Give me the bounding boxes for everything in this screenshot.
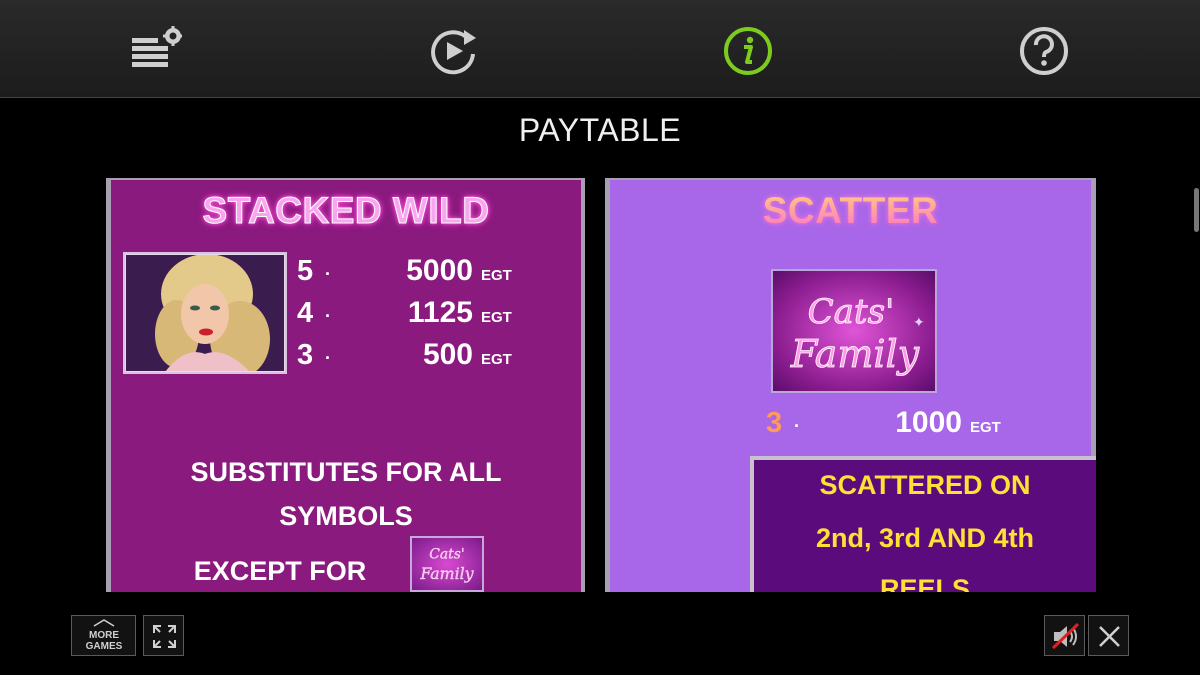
payout-dot: · [325, 306, 331, 326]
scatter-mini-logo: Cats' Family [410, 536, 484, 592]
payout-amount: 5000 [406, 254, 473, 287]
payout-unit: EGT [481, 267, 512, 284]
logo-text-cats: Cats' [429, 546, 464, 562]
more-games-button[interactable]: MORE GAMES [71, 615, 136, 656]
scatter-note-line: 2nd, 3rd AND 4th [815, 523, 1035, 553]
payout-amount: 1125 [407, 296, 473, 329]
fullscreen-button[interactable] [143, 615, 184, 656]
payout-unit: EGT [970, 419, 1001, 436]
logo-text-cats: Cats' [808, 292, 895, 332]
close-icon [1099, 626, 1120, 647]
payout-amount: 500 [422, 338, 473, 371]
scatter-note-line: SCATTERED ON [819, 470, 1031, 500]
info-button[interactable] [723, 26, 773, 76]
payout-dot: · [325, 264, 331, 284]
payout-unit: EGT [481, 309, 512, 326]
payout-count: 4 [297, 297, 314, 329]
stacked-wild-heading: STACKED WILD [202, 190, 490, 232]
scatter-note-box: SCATTERED ON 2nd, 3rd AND 4th REELS [750, 456, 1096, 592]
payout-count: 3 [766, 407, 783, 439]
info-icon [724, 27, 772, 75]
payout-unit: EGT [481, 351, 512, 368]
replay-button[interactable] [428, 26, 478, 76]
logo-text-family: Family [790, 332, 920, 376]
svg-text:✦: ✦ [913, 314, 925, 330]
wild-payout-row: 4 · 1125 EGT [297, 296, 512, 336]
sound-muted-icon [1051, 622, 1080, 650]
top-toolbar [0, 0, 1200, 98]
home-roof-icon [93, 619, 115, 627]
settings-button[interactable] [132, 26, 182, 76]
help-button[interactable] [1019, 26, 1069, 76]
scatter-payout-row: 3 · 1000 EGT [766, 406, 1001, 446]
fullscreen-icon [153, 625, 176, 648]
mute-button[interactable] [1044, 615, 1085, 656]
wild-description-line: SUBSTITUTES FOR ALL [190, 457, 502, 487]
scatter-heading: SCATTER [610, 190, 1091, 232]
settings-list-icon [132, 26, 182, 67]
wild-payout-row: 3 · 500 EGT [297, 338, 512, 378]
stacked-wild-panel: STACKED WILD 5 · 5000 EGT 4 · 1125 EGT 3… [106, 178, 585, 592]
wild-payout-row: 5 · 5000 EGT [297, 254, 512, 294]
payout-dot: · [794, 416, 800, 436]
more-games-label: GAMES [86, 641, 123, 652]
page-title: PAYTABLE [518, 112, 682, 148]
wild-symbol-image [123, 252, 287, 374]
help-icon [1020, 27, 1068, 75]
payout-amount: 1000 [895, 406, 962, 439]
payout-dot: · [325, 348, 331, 368]
scatter-note-line: REELS [879, 574, 971, 592]
more-games-label: MORE [89, 630, 119, 641]
logo-text-family: Family [419, 564, 474, 583]
payout-count: 3 [297, 339, 314, 371]
scatter-symbol-image: Cats' Family ✦ [771, 269, 937, 393]
scatter-panel: SCATTER Cats' Family ✦ 3 · 1000 EGT SCAT… [605, 178, 1096, 592]
close-button[interactable] [1088, 615, 1129, 656]
wild-description-line: SYMBOLS [279, 501, 413, 531]
scrollbar[interactable] [1194, 188, 1199, 232]
paytable-viewport[interactable]: STACKED WILD 5 · 5000 EGT 4 · 1125 EGT 3… [0, 178, 1200, 592]
replay-icon [431, 30, 476, 75]
payout-count: 5 [297, 255, 314, 287]
